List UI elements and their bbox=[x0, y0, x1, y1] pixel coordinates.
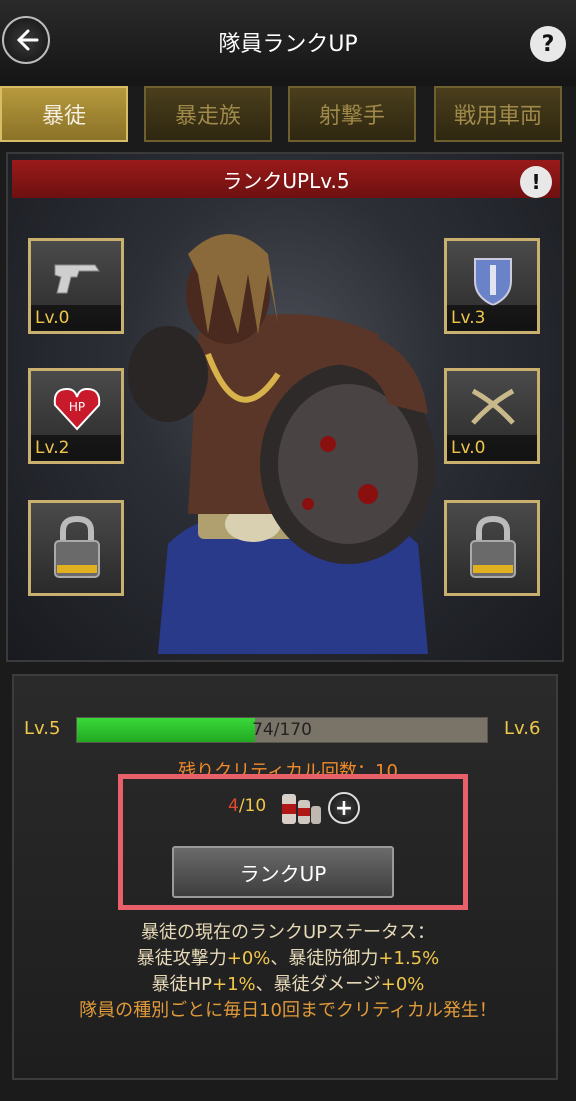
status-heading: 暴徒の現在のランクUPステータス： bbox=[140, 922, 436, 943]
unit-type-tabs: 暴徒 暴走族 射撃手 戦用車両 bbox=[0, 86, 576, 144]
slot-level: Lv.2 bbox=[31, 435, 121, 461]
tab-shooter[interactable]: 射撃手 bbox=[288, 86, 416, 142]
fighter-illustration bbox=[128, 234, 436, 654]
current-level-label: Lv.5 bbox=[24, 718, 61, 739]
help-button[interactable]: ? bbox=[530, 26, 566, 62]
rank-progress-bar: 74/170 bbox=[76, 717, 488, 743]
status-critical-note: 隊員の種別ごとに毎日10回までクリティカル発生！ bbox=[79, 1000, 497, 1021]
svg-text:HP: HP bbox=[69, 400, 85, 414]
kukri-knives-icon bbox=[471, 388, 515, 425]
medicine-bottles-icon bbox=[282, 794, 321, 824]
slot-level: Lv.0 bbox=[447, 435, 537, 461]
slot-level: Lv.3 bbox=[447, 305, 537, 331]
hp-heart-icon: HP bbox=[53, 387, 101, 431]
page-title: 隊員ランクUP bbox=[218, 32, 358, 57]
tab-biker[interactable]: 暴走族 bbox=[144, 86, 272, 142]
pistol-icon bbox=[54, 264, 100, 294]
next-level-label: Lv.6 bbox=[504, 718, 541, 739]
item-current: 4 bbox=[228, 796, 239, 816]
progress-value: 74/170 bbox=[252, 720, 312, 740]
item-count: 4/10 bbox=[228, 796, 266, 816]
rank-level-banner: ランクUPLv.5 bbox=[12, 160, 560, 198]
header-bar: 隊員ランクUP ? bbox=[0, 0, 576, 86]
lock-icon bbox=[54, 515, 100, 578]
status-line-attack-defense: 暴徒攻撃力+0%、暴徒防御力+1.5% bbox=[136, 948, 440, 969]
skill-slot-locked[interactable] bbox=[28, 500, 124, 596]
skill-slot-hp[interactable]: HP Lv.2 bbox=[28, 368, 124, 464]
tab-vehicle[interactable]: 戦用車両 bbox=[434, 86, 562, 142]
add-item-button[interactable]: + bbox=[328, 792, 360, 824]
item-max: /10 bbox=[238, 796, 267, 816]
tab-thug[interactable]: 暴徒 bbox=[0, 86, 128, 142]
slot-level: Lv.0 bbox=[31, 305, 121, 331]
shield-icon bbox=[474, 258, 512, 307]
skill-slot-kukri[interactable]: Lv.0 bbox=[444, 368, 540, 464]
rank-info-button[interactable]: ! bbox=[520, 166, 552, 198]
skill-slot-locked[interactable] bbox=[444, 500, 540, 596]
skill-slot-shield[interactable]: Lv.3 bbox=[444, 238, 540, 334]
lock-icon bbox=[470, 515, 516, 578]
rank-up-button[interactable]: ランクUP bbox=[172, 846, 394, 898]
status-line-hp-damage: 暴徒HP+1%、暴徒ダメージ+0% bbox=[151, 974, 425, 995]
skill-slot-pistol[interactable]: Lv.0 bbox=[28, 238, 124, 334]
character-panel: ランクUPLv.5 ! Lv.0 Lv.3 HP Lv.2 Lv.0 bbox=[6, 152, 564, 662]
